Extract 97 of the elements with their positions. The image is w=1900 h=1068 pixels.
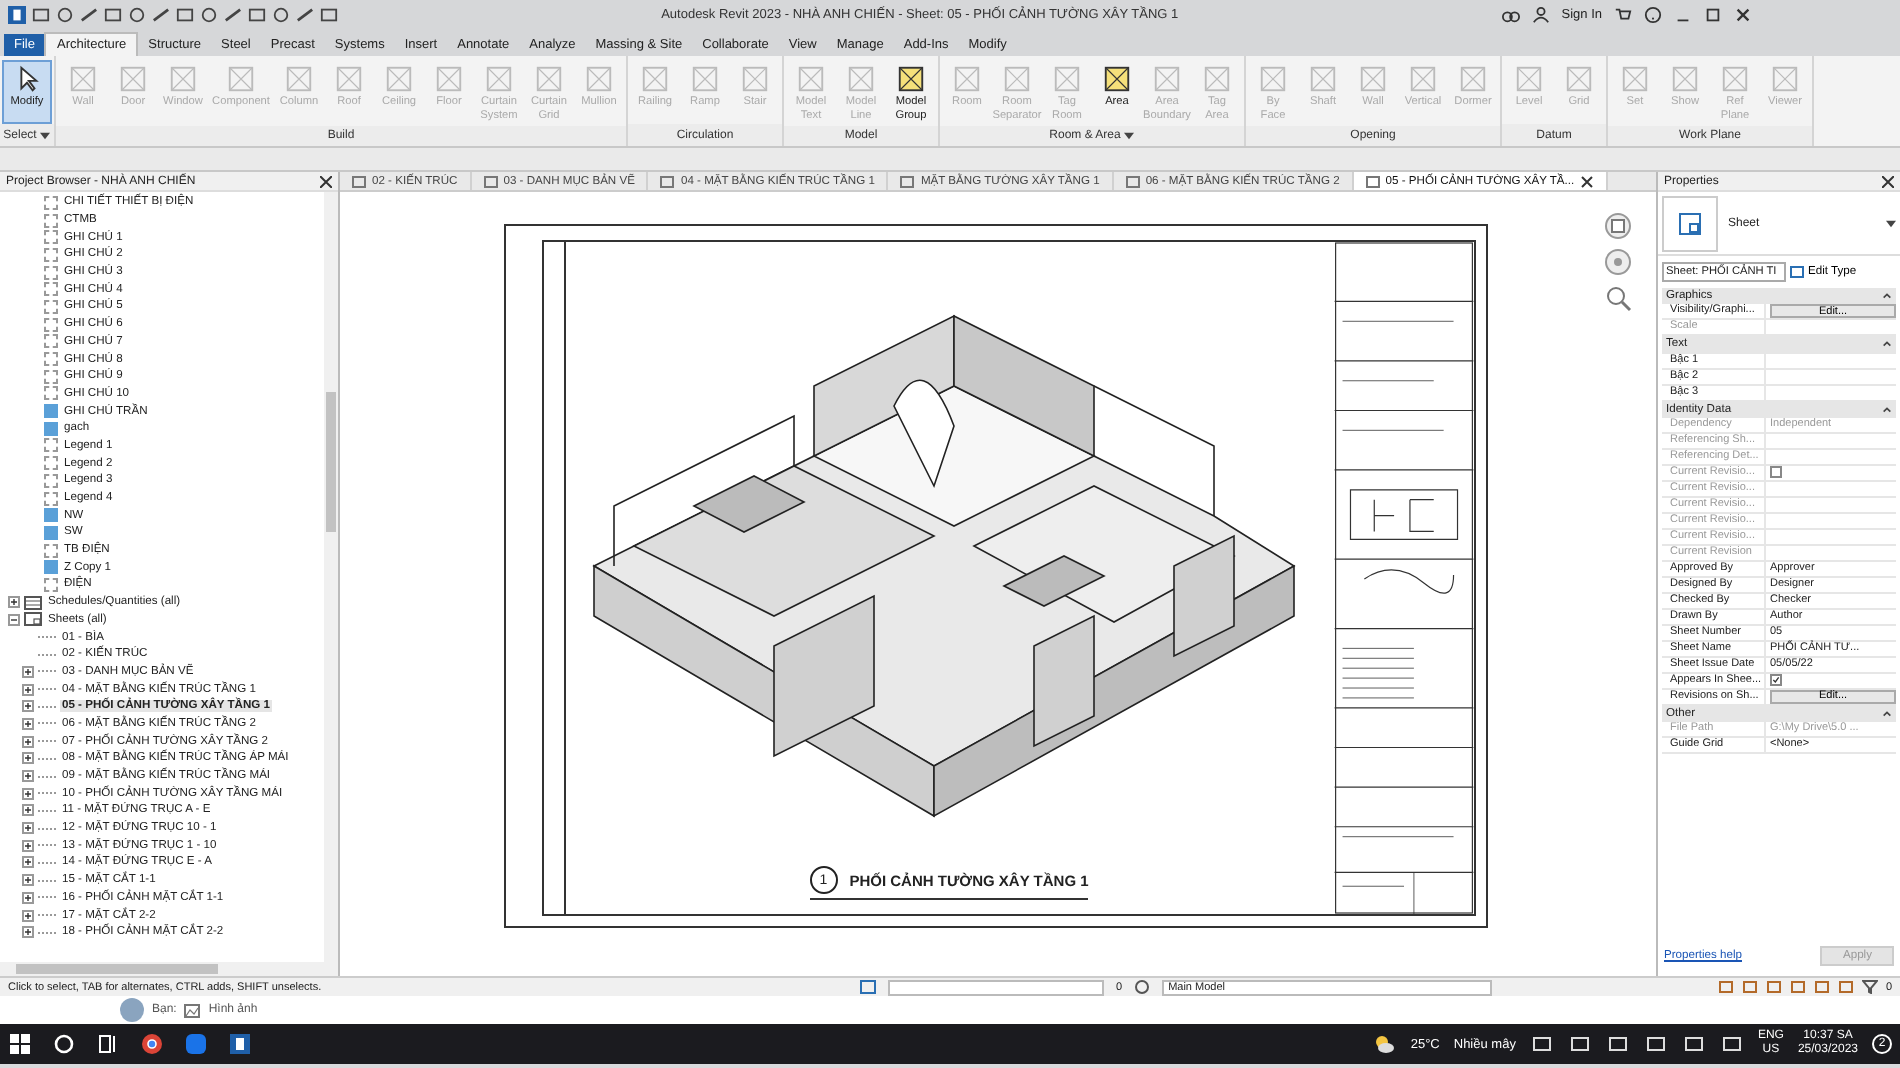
cart-icon[interactable] — [1614, 5, 1632, 23]
expand-icon[interactable] — [22, 717, 34, 730]
search-icon[interactable] — [52, 1032, 76, 1056]
view-cube-icon[interactable] — [1604, 212, 1632, 240]
crossed-square-icon — [690, 64, 720, 94]
expand-icon[interactable] — [22, 700, 34, 713]
expand-icon[interactable] — [22, 856, 34, 869]
crossed-square-icon — [640, 64, 670, 94]
expand-icon[interactable] — [8, 596, 20, 609]
sheet-icon — [1365, 175, 1380, 187]
close-icon[interactable] — [1580, 175, 1595, 187]
crossed-square-icon — [534, 64, 564, 94]
crossed-square-icon — [1408, 64, 1438, 94]
crossed-square-icon — [1358, 64, 1388, 94]
expand-icon[interactable] — [22, 770, 34, 783]
crossed-square-icon — [846, 64, 876, 94]
collapse-icon[interactable] — [1882, 405, 1892, 414]
crossed-square-icon — [434, 64, 464, 94]
crossed-square-icon — [952, 64, 982, 94]
worksets-icon[interactable] — [860, 980, 876, 994]
expand-icon[interactable] — [22, 909, 34, 922]
crossed-square-icon — [1770, 64, 1800, 94]
sheet-icon — [1790, 266, 1804, 278]
crossed-square-icon — [1620, 64, 1650, 94]
maximize-icon[interactable] — [1704, 5, 1722, 23]
help-icon[interactable] — [1644, 5, 1662, 23]
crossed-square-icon — [1152, 64, 1182, 94]
crossed-square-icon — [1052, 64, 1082, 94]
cloud-icon — [1372, 1032, 1397, 1056]
crossed-square-icon — [1670, 64, 1700, 94]
sheet-icon — [660, 175, 675, 187]
table-icon — [24, 593, 42, 612]
expand-icon[interactable] — [22, 735, 34, 748]
expand-icon[interactable] — [22, 891, 34, 904]
crossed-square-icon — [1720, 64, 1750, 94]
crossed-square-icon — [226, 64, 256, 94]
crossed-square-icon — [1002, 64, 1032, 94]
sheet-icon — [900, 175, 915, 187]
windows-icon[interactable] — [8, 1032, 32, 1056]
expand-icon[interactable] — [22, 839, 34, 852]
expand-icon[interactable] — [22, 804, 34, 817]
expand-icon[interactable] — [22, 874, 34, 887]
crossed-square-icon — [740, 64, 770, 94]
collapse-icon[interactable] — [1882, 710, 1892, 719]
crossed-square-icon — [1564, 64, 1594, 94]
caret-icon[interactable] — [1124, 132, 1135, 140]
expand-icon[interactable] — [22, 822, 34, 835]
wheel-icon[interactable] — [1604, 248, 1632, 276]
crossed-square-icon — [896, 64, 926, 94]
scrollbar[interactable] — [0, 962, 338, 976]
expand-icon[interactable] — [22, 926, 34, 939]
close-icon[interactable] — [1734, 5, 1752, 23]
chat-app-icon[interactable] — [184, 1032, 208, 1056]
close-icon[interactable] — [1882, 175, 1894, 187]
crossed-square-icon — [1514, 64, 1544, 94]
caret-icon — [1886, 219, 1896, 227]
crossed-square-icon — [334, 64, 364, 94]
expand-icon[interactable] — [22, 683, 34, 696]
collapse-icon[interactable] — [1882, 340, 1892, 349]
app-logo-icon[interactable] — [8, 5, 26, 23]
crossed-square-icon — [484, 64, 514, 94]
zoom-icon[interactable] — [1604, 284, 1632, 312]
sheet-icon — [1125, 175, 1140, 187]
sheet-icon — [352, 175, 366, 187]
crossed-square-icon — [118, 64, 148, 94]
crossed-square-icon — [68, 64, 98, 94]
crossed-square-icon — [1102, 64, 1132, 94]
sheet-icon — [24, 610, 42, 629]
checkbox[interactable] — [1770, 674, 1782, 687]
crossed-square-icon — [1202, 64, 1232, 94]
crossed-square-icon — [384, 64, 414, 94]
sheet-icon — [483, 175, 498, 187]
crossed-square-icon — [168, 64, 198, 94]
binoculars-icon[interactable] — [1501, 5, 1520, 23]
collapse-icon[interactable] — [1882, 292, 1892, 301]
crossed-square-icon — [796, 64, 826, 94]
app-logo-icon[interactable] — [228, 1032, 252, 1056]
user-icon — [1531, 5, 1550, 23]
caret-icon[interactable] — [40, 131, 51, 139]
crossed-square-icon — [1308, 64, 1338, 94]
collapse-icon[interactable] — [8, 613, 20, 626]
filter-icon[interactable] — [1861, 980, 1878, 994]
crossed-square-icon — [1258, 64, 1288, 94]
expand-icon[interactable] — [22, 787, 34, 800]
browser-icon[interactable] — [140, 1032, 164, 1056]
image-icon — [184, 1003, 201, 1017]
sheet-icon — [1678, 211, 1702, 235]
expand-icon[interactable] — [22, 665, 34, 678]
crossed-square-icon — [584, 64, 614, 94]
crossed-square-icon — [284, 64, 314, 94]
crossed-square-icon — [1458, 64, 1488, 94]
editing-icon[interactable] — [1134, 980, 1151, 994]
avatar — [120, 998, 144, 1022]
task-view-icon[interactable] — [96, 1032, 120, 1056]
close-icon[interactable] — [320, 175, 332, 187]
scrollbar[interactable] — [324, 192, 338, 962]
expand-icon[interactable] — [22, 752, 34, 765]
